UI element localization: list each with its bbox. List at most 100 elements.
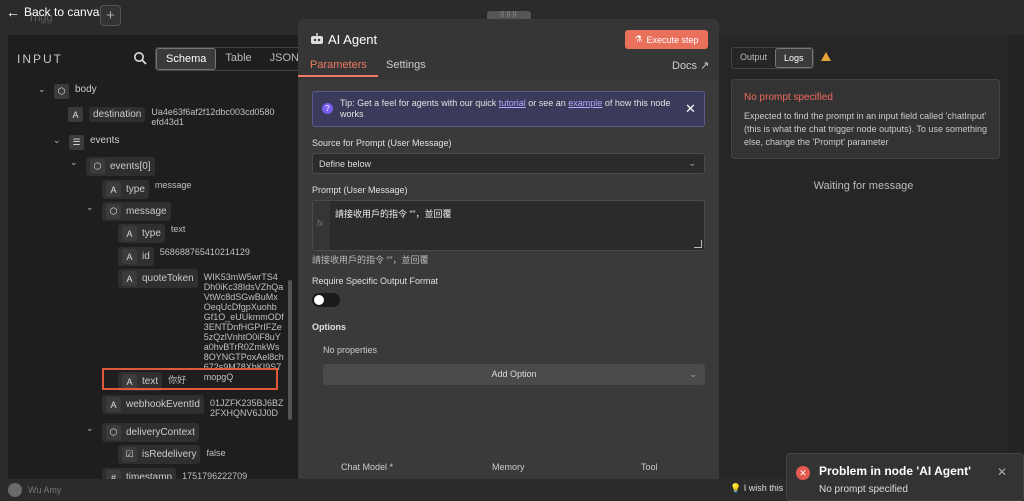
user-name: Wu Amy bbox=[28, 485, 62, 495]
field-key: # timestamp bbox=[102, 468, 177, 479]
back-label: Back to canvas bbox=[24, 5, 106, 19]
field-name: type bbox=[142, 228, 161, 239]
field-key: AquoteToken bbox=[118, 269, 198, 288]
field-name: webhookEventId bbox=[126, 399, 200, 410]
view-mode-tabs: Schema Table JSON bbox=[155, 47, 298, 71]
waiting-text: Waiting for message bbox=[813, 180, 914, 192]
tab-schema[interactable]: Schema bbox=[156, 48, 217, 70]
scrollbar[interactable] bbox=[288, 280, 292, 420]
lightbulb-icon: ? bbox=[322, 103, 333, 114]
add-node-button[interactable]: + bbox=[100, 5, 121, 26]
avatar[interactable] bbox=[8, 483, 22, 497]
add-option-button[interactable]: Add Option ⌄ bbox=[323, 364, 705, 385]
example-link[interactable]: example bbox=[568, 98, 602, 108]
chevron-down-icon[interactable]: ⌄ bbox=[53, 135, 63, 146]
highlight-box bbox=[102, 368, 278, 390]
output-tabs: Output Logs bbox=[731, 47, 814, 69]
field-name: message bbox=[126, 206, 167, 217]
tutorial-link[interactable]: tutorial bbox=[499, 98, 526, 108]
external-link-icon: ↗ bbox=[700, 60, 710, 72]
chevron-down-icon: ⌄ bbox=[689, 369, 697, 379]
tree-row-timestamp[interactable]: # timestamp 1751796222709 bbox=[102, 468, 247, 479]
chat-model-label: Chat Model * bbox=[341, 462, 394, 472]
tab-parameters[interactable]: Parameters bbox=[310, 59, 367, 71]
tip-banner: ? Tip: Get a feel for agents with our qu… bbox=[312, 91, 705, 127]
string-type-icon: A bbox=[68, 107, 83, 122]
string-type-icon: A bbox=[106, 182, 121, 197]
chevron-down-icon[interactable]: ⌄ bbox=[70, 157, 80, 168]
string-type-icon: A bbox=[122, 249, 137, 264]
tab-table[interactable]: Table bbox=[216, 48, 260, 70]
field-key: Atype bbox=[102, 180, 149, 199]
tree-row-type[interactable]: Atype message bbox=[102, 180, 191, 199]
field-value: false bbox=[206, 448, 226, 458]
chevron-down-icon[interactable]: ⌄ bbox=[86, 423, 96, 434]
tip-text: Tip: Get a feel for agents with our quic… bbox=[340, 98, 680, 120]
prompt-label: Prompt (User Message) bbox=[312, 185, 408, 195]
tab-output[interactable]: Output bbox=[732, 48, 775, 68]
field-name: type bbox=[126, 184, 145, 195]
tree-row-id[interactable]: Aid 568688765410214129 bbox=[118, 247, 250, 266]
toast-title: Problem in node 'AI Agent' bbox=[819, 464, 971, 478]
error-description: Expected to find the prompt in an input … bbox=[744, 111, 987, 147]
prompt-input[interactable]: fx 請接收用戶的指令 “”，並回覆 bbox=[312, 200, 705, 251]
robot-icon bbox=[311, 33, 323, 44]
lightbulb-icon: 💡 bbox=[730, 483, 742, 493]
tree-row-events0[interactable]: ⌄ ⬡ events[0] bbox=[70, 157, 155, 176]
error-toast: ✕ Problem in node 'AI Agent' No prompt s… bbox=[786, 453, 1024, 501]
tree-row-quotetoken[interactable]: AquoteToken WIK53mW5wrTS4 Dh0iKc38IdsVZh… bbox=[118, 269, 284, 382]
resize-handle-icon[interactable] bbox=[694, 240, 702, 248]
tree-row-events[interactable]: ⌄ ☰ events bbox=[53, 135, 119, 150]
options-label: Options bbox=[312, 322, 346, 332]
field-key: ⬡ message bbox=[102, 202, 171, 221]
chevron-down-icon[interactable]: ⌄ bbox=[86, 202, 96, 213]
field-name: timestamp bbox=[126, 472, 173, 479]
source-label: Source for Prompt (User Message) bbox=[312, 138, 452, 148]
field-name: events bbox=[90, 135, 120, 146]
field-key: ⬡ events[0] bbox=[86, 157, 155, 176]
tree-row-deliverycontext[interactable]: ⌄ ⬡ deliveryContext bbox=[86, 423, 199, 442]
object-icon: ⬡ bbox=[106, 204, 121, 219]
tree-row-message[interactable]: ⌄ ⬡ message bbox=[86, 202, 171, 221]
field-name: quoteToken bbox=[142, 273, 194, 284]
number-type-icon: # bbox=[106, 470, 121, 479]
field-value: text bbox=[170, 224, 186, 234]
tree-row-webhookeventid[interactable]: AwebhookEventId 01JZFK235BJ6BZ 2FXHQNV6J… bbox=[102, 395, 284, 418]
boolean-type-icon: ☑ bbox=[122, 447, 137, 462]
require-format-toggle[interactable] bbox=[312, 293, 340, 307]
field-name: body bbox=[75, 84, 97, 95]
prompt-value: 請接收用戶的指令 “”，並回覆 bbox=[335, 209, 452, 219]
object-icon: ⬡ bbox=[90, 159, 105, 174]
search-icon[interactable] bbox=[133, 51, 147, 65]
tree-row-body[interactable]: ⌄ ⬡ body bbox=[38, 84, 97, 99]
tab-settings[interactable]: Settings bbox=[386, 59, 426, 71]
chevron-down-icon[interactable]: ⌄ bbox=[38, 84, 48, 95]
tab-logs[interactable]: Logs bbox=[775, 48, 813, 68]
tree-row-destination[interactable]: A destination Ua4e63f6af2f12dbc003cd0580… bbox=[68, 107, 274, 127]
object-icon: ⬡ bbox=[54, 84, 69, 99]
node-title[interactable]: AI Agent bbox=[328, 32, 377, 47]
tree-row-isredelivery[interactable]: ☑ isRedelivery false bbox=[118, 445, 225, 464]
field-key: ⬡ deliveryContext bbox=[102, 423, 199, 442]
source-value: Define below bbox=[319, 159, 372, 169]
execute-step-button[interactable]: ⚗ Execute step bbox=[625, 30, 708, 49]
memory-label: Memory bbox=[492, 462, 525, 472]
docs-link[interactable]: Docs ↗ bbox=[672, 59, 709, 72]
close-icon[interactable]: ✕ bbox=[997, 465, 1007, 479]
feedback-text: I wish this bbox=[743, 483, 784, 493]
close-icon[interactable]: ✕ bbox=[685, 101, 696, 117]
source-select[interactable]: Define below ⌄ bbox=[312, 153, 705, 174]
require-format-label: Require Specific Output Format bbox=[312, 276, 439, 286]
input-panel-title: INPUT bbox=[17, 52, 63, 66]
back-to-canvas-button[interactable]: ← Back to canvas bbox=[6, 4, 105, 20]
field-key: ☑ isRedelivery bbox=[118, 445, 201, 464]
input-panel: INPUT Schema Table JSON ⌄ ⬡ body A desti… bbox=[8, 35, 298, 479]
flask-icon: ⚗ bbox=[634, 34, 643, 44]
tab-json[interactable]: JSON bbox=[261, 48, 298, 70]
tip-mid: or see an bbox=[525, 98, 569, 108]
feedback-prompt[interactable]: 💡 I wish this bbox=[730, 483, 783, 494]
tree-row-message-type[interactable]: Atype text bbox=[118, 224, 185, 243]
arrow-left-icon: ← bbox=[6, 4, 20, 20]
field-name: destination bbox=[93, 109, 142, 120]
string-type-icon: A bbox=[106, 397, 121, 412]
